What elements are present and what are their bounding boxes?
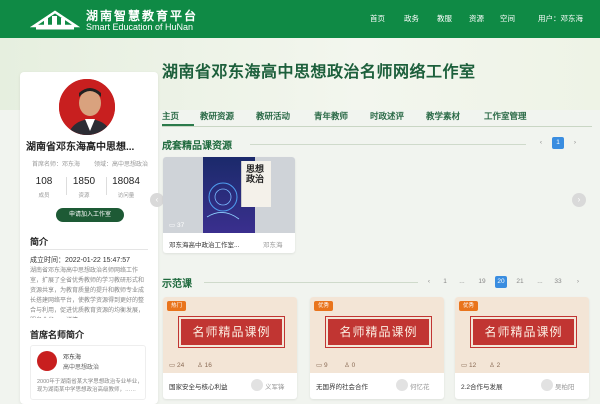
join-studio-button[interactable]: 申请加入工作室 — [56, 208, 124, 222]
prev-page-icon[interactable]: ‹ — [535, 137, 547, 149]
section-divider — [204, 282, 418, 283]
page-ellipsis: ... — [459, 278, 465, 285]
view-count: ▭ 12 — [461, 362, 477, 369]
course-title[interactable]: 邓东海高中政治工作室... — [169, 239, 255, 249]
nav-space[interactable]: 空间 — [500, 13, 515, 24]
video-count: ▭ 37 — [169, 222, 185, 229]
tab-young-teachers[interactable]: 青年教师 — [314, 110, 348, 124]
page-ellipsis: ... — [537, 278, 543, 285]
mentor-card[interactable]: 邓东海 高中思想政治 2000年于湖南省某大学思想政治专业毕业，现为湖南某中学思… — [30, 345, 146, 400]
prev-page-icon[interactable]: ‹ — [423, 276, 435, 288]
created-date: 成立时间：2022-01-22 15:47:57 — [30, 257, 130, 264]
excellent-badge: 优秀 — [314, 301, 334, 311]
visits-label: 访问量 — [117, 193, 135, 199]
section-divider — [250, 144, 526, 145]
mentor-heading: 首席名师简介 — [30, 330, 85, 340]
demo-card[interactable]: 热门 名师精品课例 ▭ 24 ♙ 16 国家安全与核心利益 义军锋 — [163, 297, 297, 399]
tab-research-resources[interactable]: 教研资源 — [200, 110, 234, 124]
nav-resources[interactable]: 资源 — [469, 13, 484, 24]
course-card[interactable]: 思想政治 ▭ 37 邓东海高中政治工作室... 邓东海 — [163, 157, 295, 253]
course-thumbnail: 思想政治 ▭ 37 — [163, 157, 295, 233]
page-21[interactable]: 21 — [514, 276, 526, 288]
author-avatar — [251, 379, 263, 391]
view-count: ▭ 9 — [316, 362, 328, 369]
demo-section-title: 示范课 — [162, 279, 192, 290]
page-20[interactable]: 20 — [495, 276, 507, 288]
page-1[interactable]: 1 — [552, 137, 564, 149]
excellent-badge: 优秀 — [459, 301, 479, 311]
studio-title: 湖南省邓东海高中思想政治名师网络工作室 — [162, 64, 476, 81]
demo-title[interactable]: 国家安全与核心利益 — [169, 381, 249, 391]
carousel-prev-icon[interactable]: ‹ — [150, 193, 164, 207]
intro-text: 湖南省邓东海高中思想政治名师网络工作室，扩展了全省优秀教师的学习教研形式和资源共… — [30, 268, 145, 314]
demo-author: 何忆花 — [410, 384, 430, 391]
page-19[interactable]: 19 — [476, 276, 488, 288]
book-title: 思想政治 — [246, 165, 265, 185]
nav-home[interactable]: 首页 — [370, 13, 385, 24]
demo-card[interactable]: 优秀 名师精品课例 ▭ 9 ♙ 0 无国界的社会合作 何忆花 — [310, 297, 444, 399]
book-page: 思想政治 — [241, 161, 271, 207]
course-section-title: 成套精品课资源 — [162, 141, 232, 152]
members-label: 成员 — [38, 193, 50, 199]
like-count: ♙ 16 — [197, 362, 212, 369]
host-avatar — [56, 76, 118, 138]
studio-name: 湖南省邓东海高中思想... — [26, 142, 135, 153]
seal-banner: 名师精品课例 — [470, 316, 577, 348]
author-avatar — [396, 379, 408, 391]
tab-teaching-materials[interactable]: 教学素材 — [426, 110, 460, 124]
page-33[interactable]: 33 — [552, 276, 564, 288]
author-avatar — [541, 379, 553, 391]
page-1[interactable]: 1 — [439, 276, 451, 288]
mentor-name: 邓东海 — [63, 355, 82, 361]
next-page-icon[interactable]: › — [569, 137, 581, 149]
course-author: 邓东海 — [263, 242, 283, 249]
subject-label: 领域：高中思想政治 — [94, 162, 149, 168]
platform-logo-icon[interactable] — [30, 6, 80, 32]
resources-count: 1850 — [72, 176, 96, 187]
like-count: ♙ 0 — [344, 362, 356, 369]
visits-count: 18084 — [112, 176, 140, 187]
hot-badge: 热门 — [167, 301, 187, 311]
resources-label: 资源 — [78, 193, 90, 199]
nav-government[interactable]: 政务 — [404, 13, 419, 24]
members-count: 108 — [35, 176, 53, 187]
tab-studio-management[interactable]: 工作室管理 — [484, 110, 527, 124]
demo-card[interactable]: 优秀 名师精品课例 ▭ 12 ♙ 2 2.2合作与发展 吴柏阳 — [455, 297, 589, 399]
demo-title[interactable]: 无国界的社会合作 — [316, 381, 396, 391]
tab-home[interactable]: 主页 — [162, 110, 179, 124]
demo-author: 吴柏阳 — [555, 384, 575, 391]
carousel-next-icon[interactable]: › — [572, 193, 586, 207]
host-label: 首席名师：邓东海 — [32, 162, 81, 168]
demo-author: 义军锋 — [265, 384, 285, 391]
demo-thumbnail: 优秀 名师精品课例 ▭ 9 ♙ 0 — [310, 297, 444, 373]
nav-teaching-service[interactable]: 教服 — [437, 13, 452, 24]
tab-current-affairs[interactable]: 时政述评 — [370, 110, 404, 124]
tabs-divider — [162, 126, 592, 127]
user-menu[interactable]: 用户：邓东海 — [538, 13, 583, 24]
like-count: ♙ 2 — [489, 362, 501, 369]
top-header: 湖南智慧教育平台 Smart Education of HuNan 首页 政务 … — [0, 0, 600, 38]
view-count: ▭ 24 — [169, 362, 185, 369]
mentor-avatar — [37, 351, 57, 371]
tab-research-activities[interactable]: 教研活动 — [256, 110, 290, 124]
intro-heading: 简介 — [30, 237, 49, 247]
brand-name-en: Smart Education of HuNan — [86, 22, 194, 32]
demo-thumbnail: 热门 名师精品课例 ▭ 24 ♙ 16 — [163, 297, 297, 373]
mentor-role: 高中思想政治 — [63, 365, 100, 371]
seal-banner: 名师精品课例 — [325, 316, 432, 348]
demo-thumbnail: 优秀 名师精品课例 ▭ 12 ♙ 2 — [455, 297, 589, 373]
mentor-description: 2000年于湖南省某大学思想政治专业毕业，现为湖南某中学思想政治高级教师，…… — [37, 379, 143, 393]
demo-title[interactable]: 2.2合作与发展 — [461, 381, 541, 391]
next-page-icon[interactable]: › — [572, 276, 584, 288]
intro-divider — [30, 249, 148, 250]
seal-banner: 名师精品课例 — [178, 316, 285, 348]
